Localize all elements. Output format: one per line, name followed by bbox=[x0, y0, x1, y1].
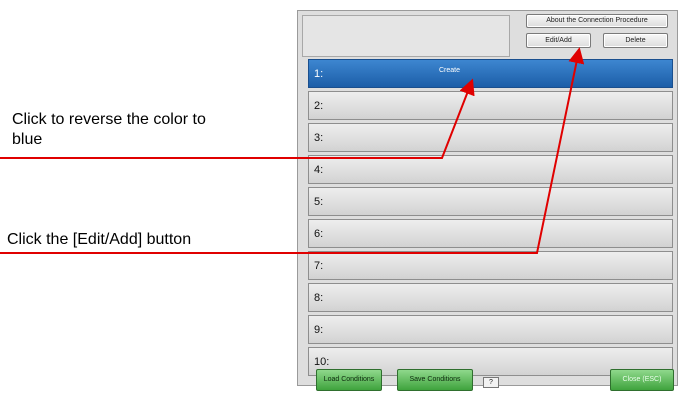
list-item-number: 5: bbox=[314, 196, 324, 208]
list-item-9[interactable]: 9: bbox=[308, 315, 673, 344]
annotation-edit-add: Click the [Edit/Add] button bbox=[7, 231, 192, 248]
list-item-number: 9: bbox=[314, 324, 324, 336]
list-item-2[interactable]: 2: bbox=[308, 91, 673, 120]
list-item-1[interactable]: 1: Create bbox=[308, 59, 673, 88]
list-item-number: 4: bbox=[314, 164, 324, 176]
list-item-number: 2: bbox=[314, 100, 324, 112]
list-item-number: 7: bbox=[314, 260, 324, 272]
list-item-3[interactable]: 3: bbox=[308, 123, 673, 152]
list-item-7[interactable]: 7: bbox=[308, 251, 673, 280]
list-item-5[interactable]: 5: bbox=[308, 187, 673, 216]
save-conditions-button[interactable]: Save Conditions bbox=[397, 369, 473, 391]
list-item-name: Create bbox=[439, 67, 461, 74]
toolbar: About the Connection Procedure Edit/Add … bbox=[516, 11, 676, 57]
close-button[interactable]: Close (ESC) bbox=[610, 369, 674, 391]
list-item-number: 3: bbox=[314, 132, 324, 144]
list-item-number: 8: bbox=[314, 292, 324, 304]
about-connection-button[interactable]: About the Connection Procedure bbox=[526, 14, 668, 28]
connection-list-panel: About the Connection Procedure Edit/Add … bbox=[297, 10, 678, 391]
help-button[interactable]: ? bbox=[483, 377, 499, 388]
list-item-number: 10: bbox=[314, 356, 330, 368]
list-item-4[interactable]: 4: bbox=[308, 155, 673, 184]
delete-button[interactable]: Delete bbox=[603, 33, 668, 48]
edit-add-button[interactable]: Edit/Add bbox=[526, 33, 591, 48]
list-item-number: 6: bbox=[314, 228, 324, 240]
annotation-reverse-color: Click to reverse the color to blue bbox=[12, 111, 206, 148]
load-conditions-button[interactable]: Load Conditions bbox=[316, 369, 382, 391]
info-box bbox=[302, 15, 510, 57]
list-item-6[interactable]: 6: bbox=[308, 219, 673, 248]
list-item-8[interactable]: 8: bbox=[308, 283, 673, 312]
list-item-number: 1: bbox=[314, 68, 324, 80]
